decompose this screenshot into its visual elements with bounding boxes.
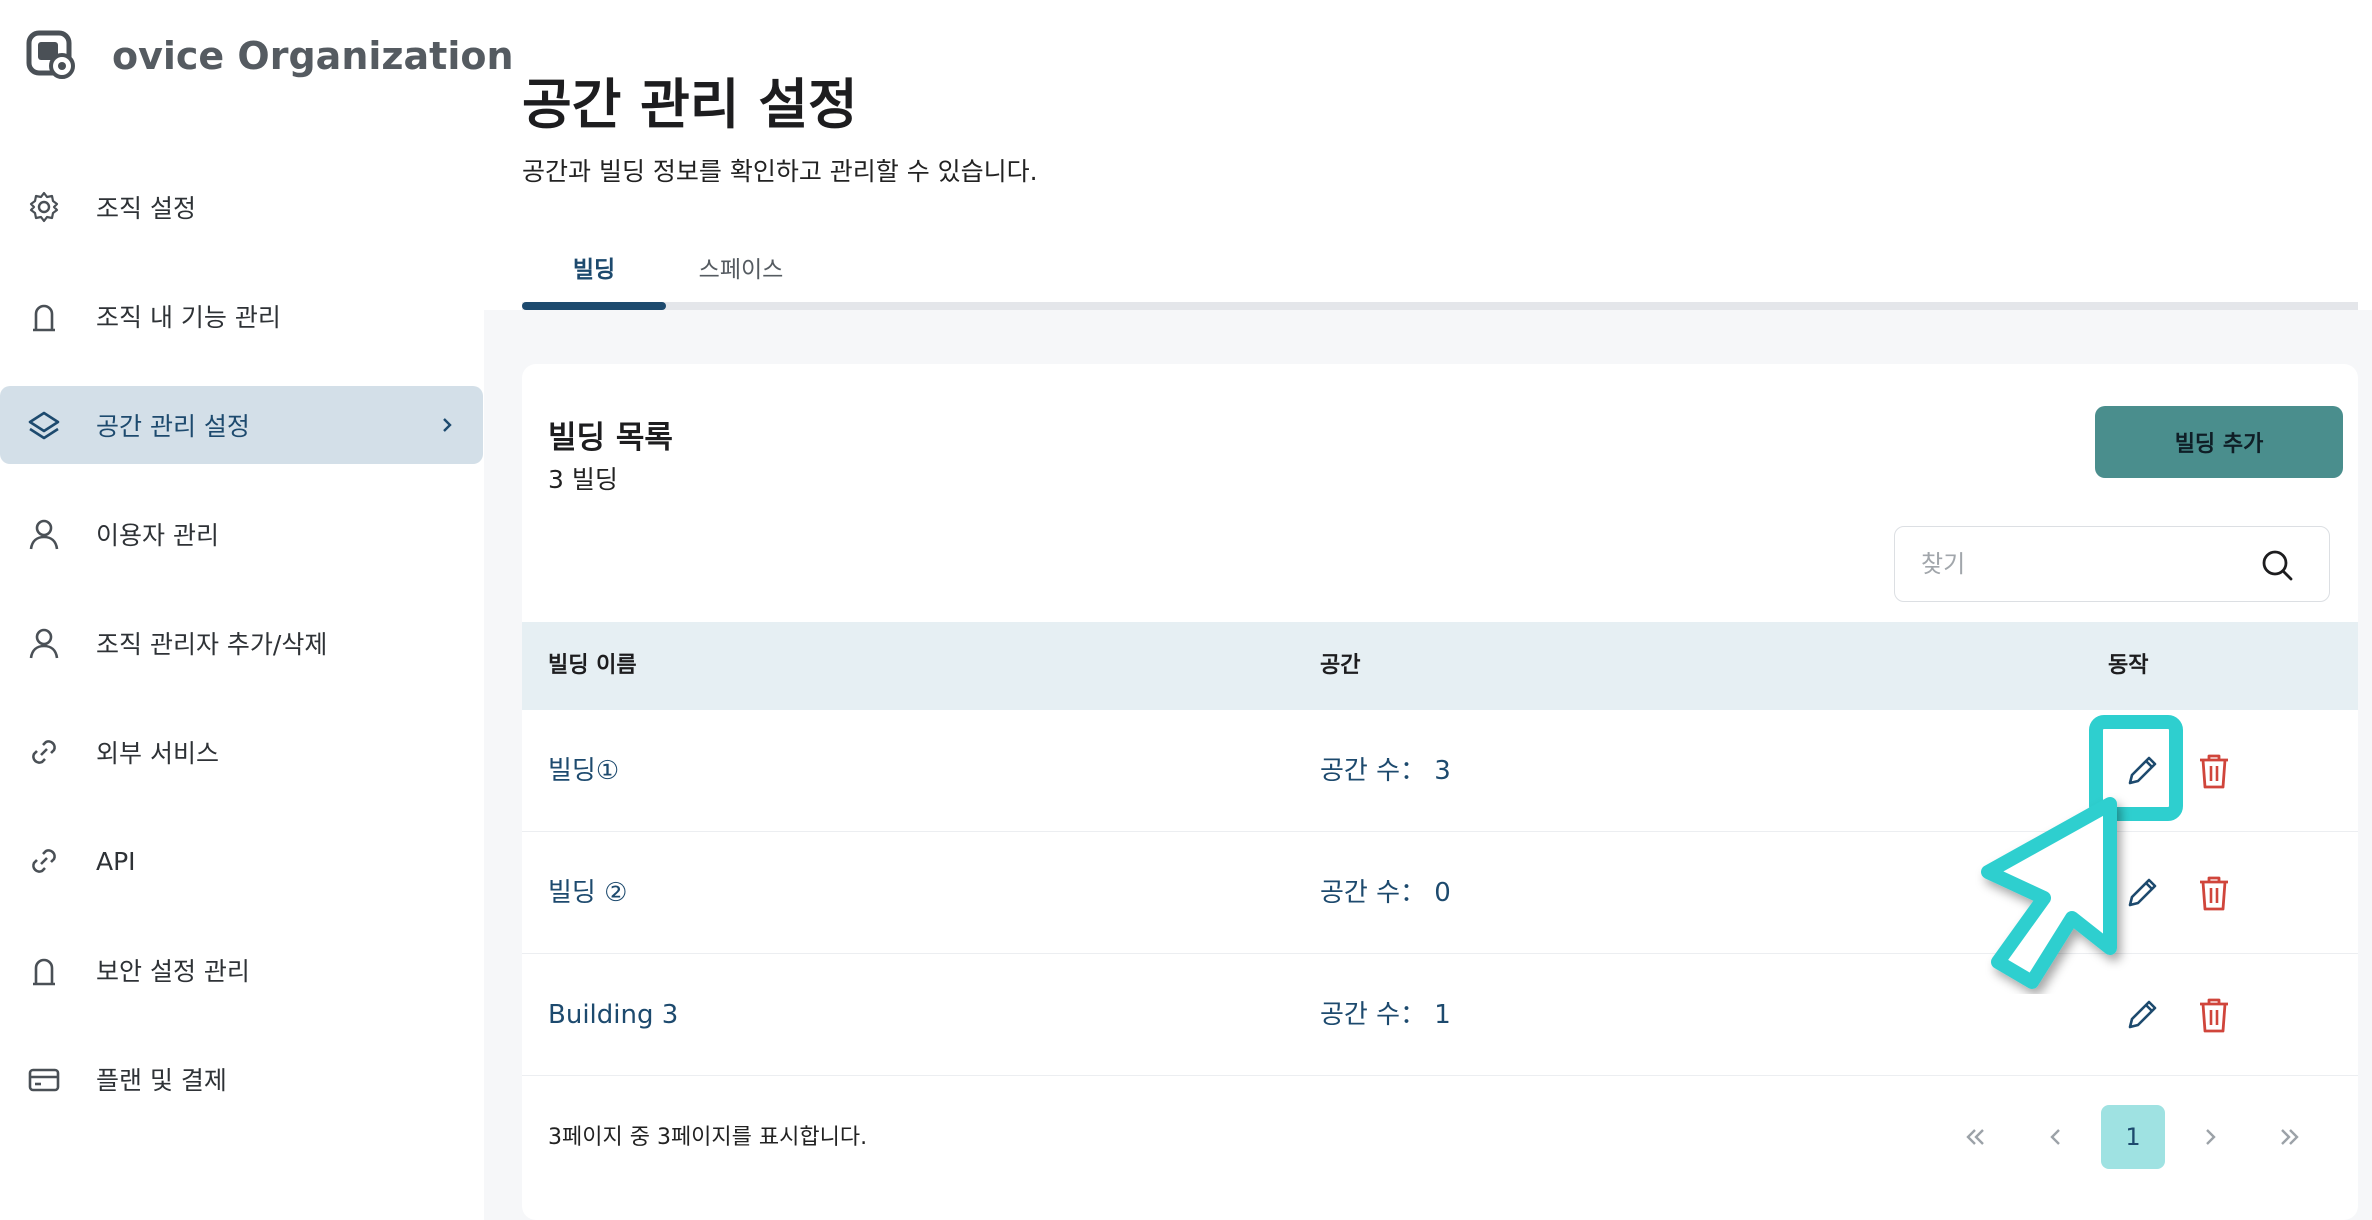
card-title: 빌딩 목록 (548, 420, 673, 456)
gear-icon (26, 189, 62, 225)
link-icon (26, 843, 62, 879)
layers-icon (26, 407, 62, 443)
sidebar-item-label: API (96, 846, 136, 876)
ovice-logo-icon (26, 30, 78, 82)
pencil-icon[interactable] (2122, 995, 2162, 1035)
add-building-button[interactable]: 빌딩 추가 (2095, 406, 2343, 478)
pencil-icon[interactable] (2122, 751, 2162, 791)
org-header: ovice Organization (26, 28, 514, 84)
search-icon[interactable] (2259, 547, 2295, 583)
search-input[interactable] (1921, 527, 2251, 601)
sidebar-nav: 조직 설정 조직 내 기능 관리 공간 관리 설정 이용자 관리 조직 관리자 … (0, 168, 484, 1149)
building-name-link[interactable]: 빌딩① (548, 710, 619, 832)
prev-page-icon[interactable] (2024, 1105, 2088, 1169)
chevron-right-icon (437, 410, 457, 440)
table-row: Building 3 공간 수： 1 (522, 954, 2358, 1076)
column-header-space: 공간 (1320, 653, 1361, 678)
tab-active-indicator (522, 302, 666, 310)
sidebar-item-plan-billing[interactable]: 플랜 및 결제 (0, 1040, 484, 1118)
user-icon (26, 516, 62, 552)
building-name-link[interactable]: 빌딩 ② (548, 832, 627, 954)
sidebar-item-org-settings[interactable]: 조직 설정 (0, 168, 484, 246)
link-icon (26, 734, 62, 770)
tab-spaces[interactable]: 스페이스 (666, 232, 816, 302)
tab-buildings[interactable]: 빌딩 (522, 232, 666, 302)
first-page-icon[interactable] (1943, 1105, 2007, 1169)
space-count: 공간 수： 1 (1320, 1000, 1451, 1030)
table-header: 빌딩 이름 공간 동작 (522, 622, 2358, 710)
sidebar-item-label: 플랜 및 결제 (96, 1066, 227, 1095)
column-header-name: 빌딩 이름 (548, 653, 637, 678)
sidebar-item-external-services[interactable]: 외부 서비스 (0, 713, 484, 791)
page-title: 공간 관리 설정 (522, 73, 858, 136)
sidebar-item-label: 조직 관리자 추가/삭제 (96, 630, 328, 659)
trash-icon[interactable] (2196, 995, 2232, 1035)
building-count: 3 빌딩 (548, 465, 618, 494)
building-list-card: 빌딩 목록 3 빌딩 빌딩 추가 빌딩 이름 공간 동작 빌딩① 공간 수： 3… (522, 364, 2358, 1220)
org-name: ovice Organization (112, 34, 514, 78)
search-box (1894, 526, 2330, 602)
lock-icon (26, 952, 62, 988)
building-table: 빌딩 이름 공간 동작 빌딩① 공간 수： 3 빌딩 ② 공간 수： 0 Bui… (522, 622, 2358, 1076)
sidebar-item-label: 조직 내 기능 관리 (96, 303, 281, 332)
page-subtitle: 공간과 빌딩 정보를 확인하고 관리할 수 있습니다. (522, 157, 1038, 186)
pencil-icon[interactable] (2122, 873, 2162, 913)
table-row: 빌딩 ② 공간 수： 0 (522, 832, 2358, 954)
tab-bar: 빌딩 스페이스 (522, 232, 2358, 310)
sidebar-item-space-management[interactable]: 공간 관리 설정 (0, 386, 483, 464)
pagination: 1 (522, 1105, 2358, 1169)
sidebar-item-label: 외부 서비스 (96, 739, 219, 768)
tab-track (522, 302, 2358, 310)
sidebar-item-admin-management[interactable]: 조직 관리자 추가/삭제 (0, 604, 484, 682)
sidebar-item-feature-management[interactable]: 조직 내 기능 관리 (0, 277, 484, 355)
next-page-icon[interactable] (2178, 1105, 2242, 1169)
space-count: 공간 수： 0 (1320, 878, 1451, 908)
table-row: 빌딩① 공간 수： 3 (522, 710, 2358, 832)
column-header-action: 동작 (2108, 653, 2149, 678)
sidebar-item-user-management[interactable]: 이용자 관리 (0, 495, 484, 573)
credit-card-icon (26, 1061, 62, 1097)
page-button-current[interactable]: 1 (2101, 1105, 2165, 1169)
space-count: 공간 수： 3 (1320, 756, 1451, 786)
sidebar-item-label: 조직 설정 (96, 194, 196, 223)
trash-icon[interactable] (2196, 751, 2232, 791)
sidebar-item-label: 보안 설정 관리 (96, 957, 250, 986)
sidebar-item-security-settings[interactable]: 보안 설정 관리 (0, 931, 484, 1009)
lock-icon (26, 298, 62, 334)
building-name-link[interactable]: Building 3 (548, 954, 678, 1076)
sidebar-item-api[interactable]: API (0, 822, 484, 900)
user-icon (26, 625, 62, 661)
last-page-icon[interactable] (2258, 1105, 2322, 1169)
trash-icon[interactable] (2196, 873, 2232, 913)
sidebar-item-label: 이용자 관리 (96, 521, 219, 550)
sidebar: ovice Organization 조직 설정 조직 내 기능 관리 공간 관… (0, 0, 514, 1220)
sidebar-item-label: 공간 관리 설정 (96, 412, 250, 441)
